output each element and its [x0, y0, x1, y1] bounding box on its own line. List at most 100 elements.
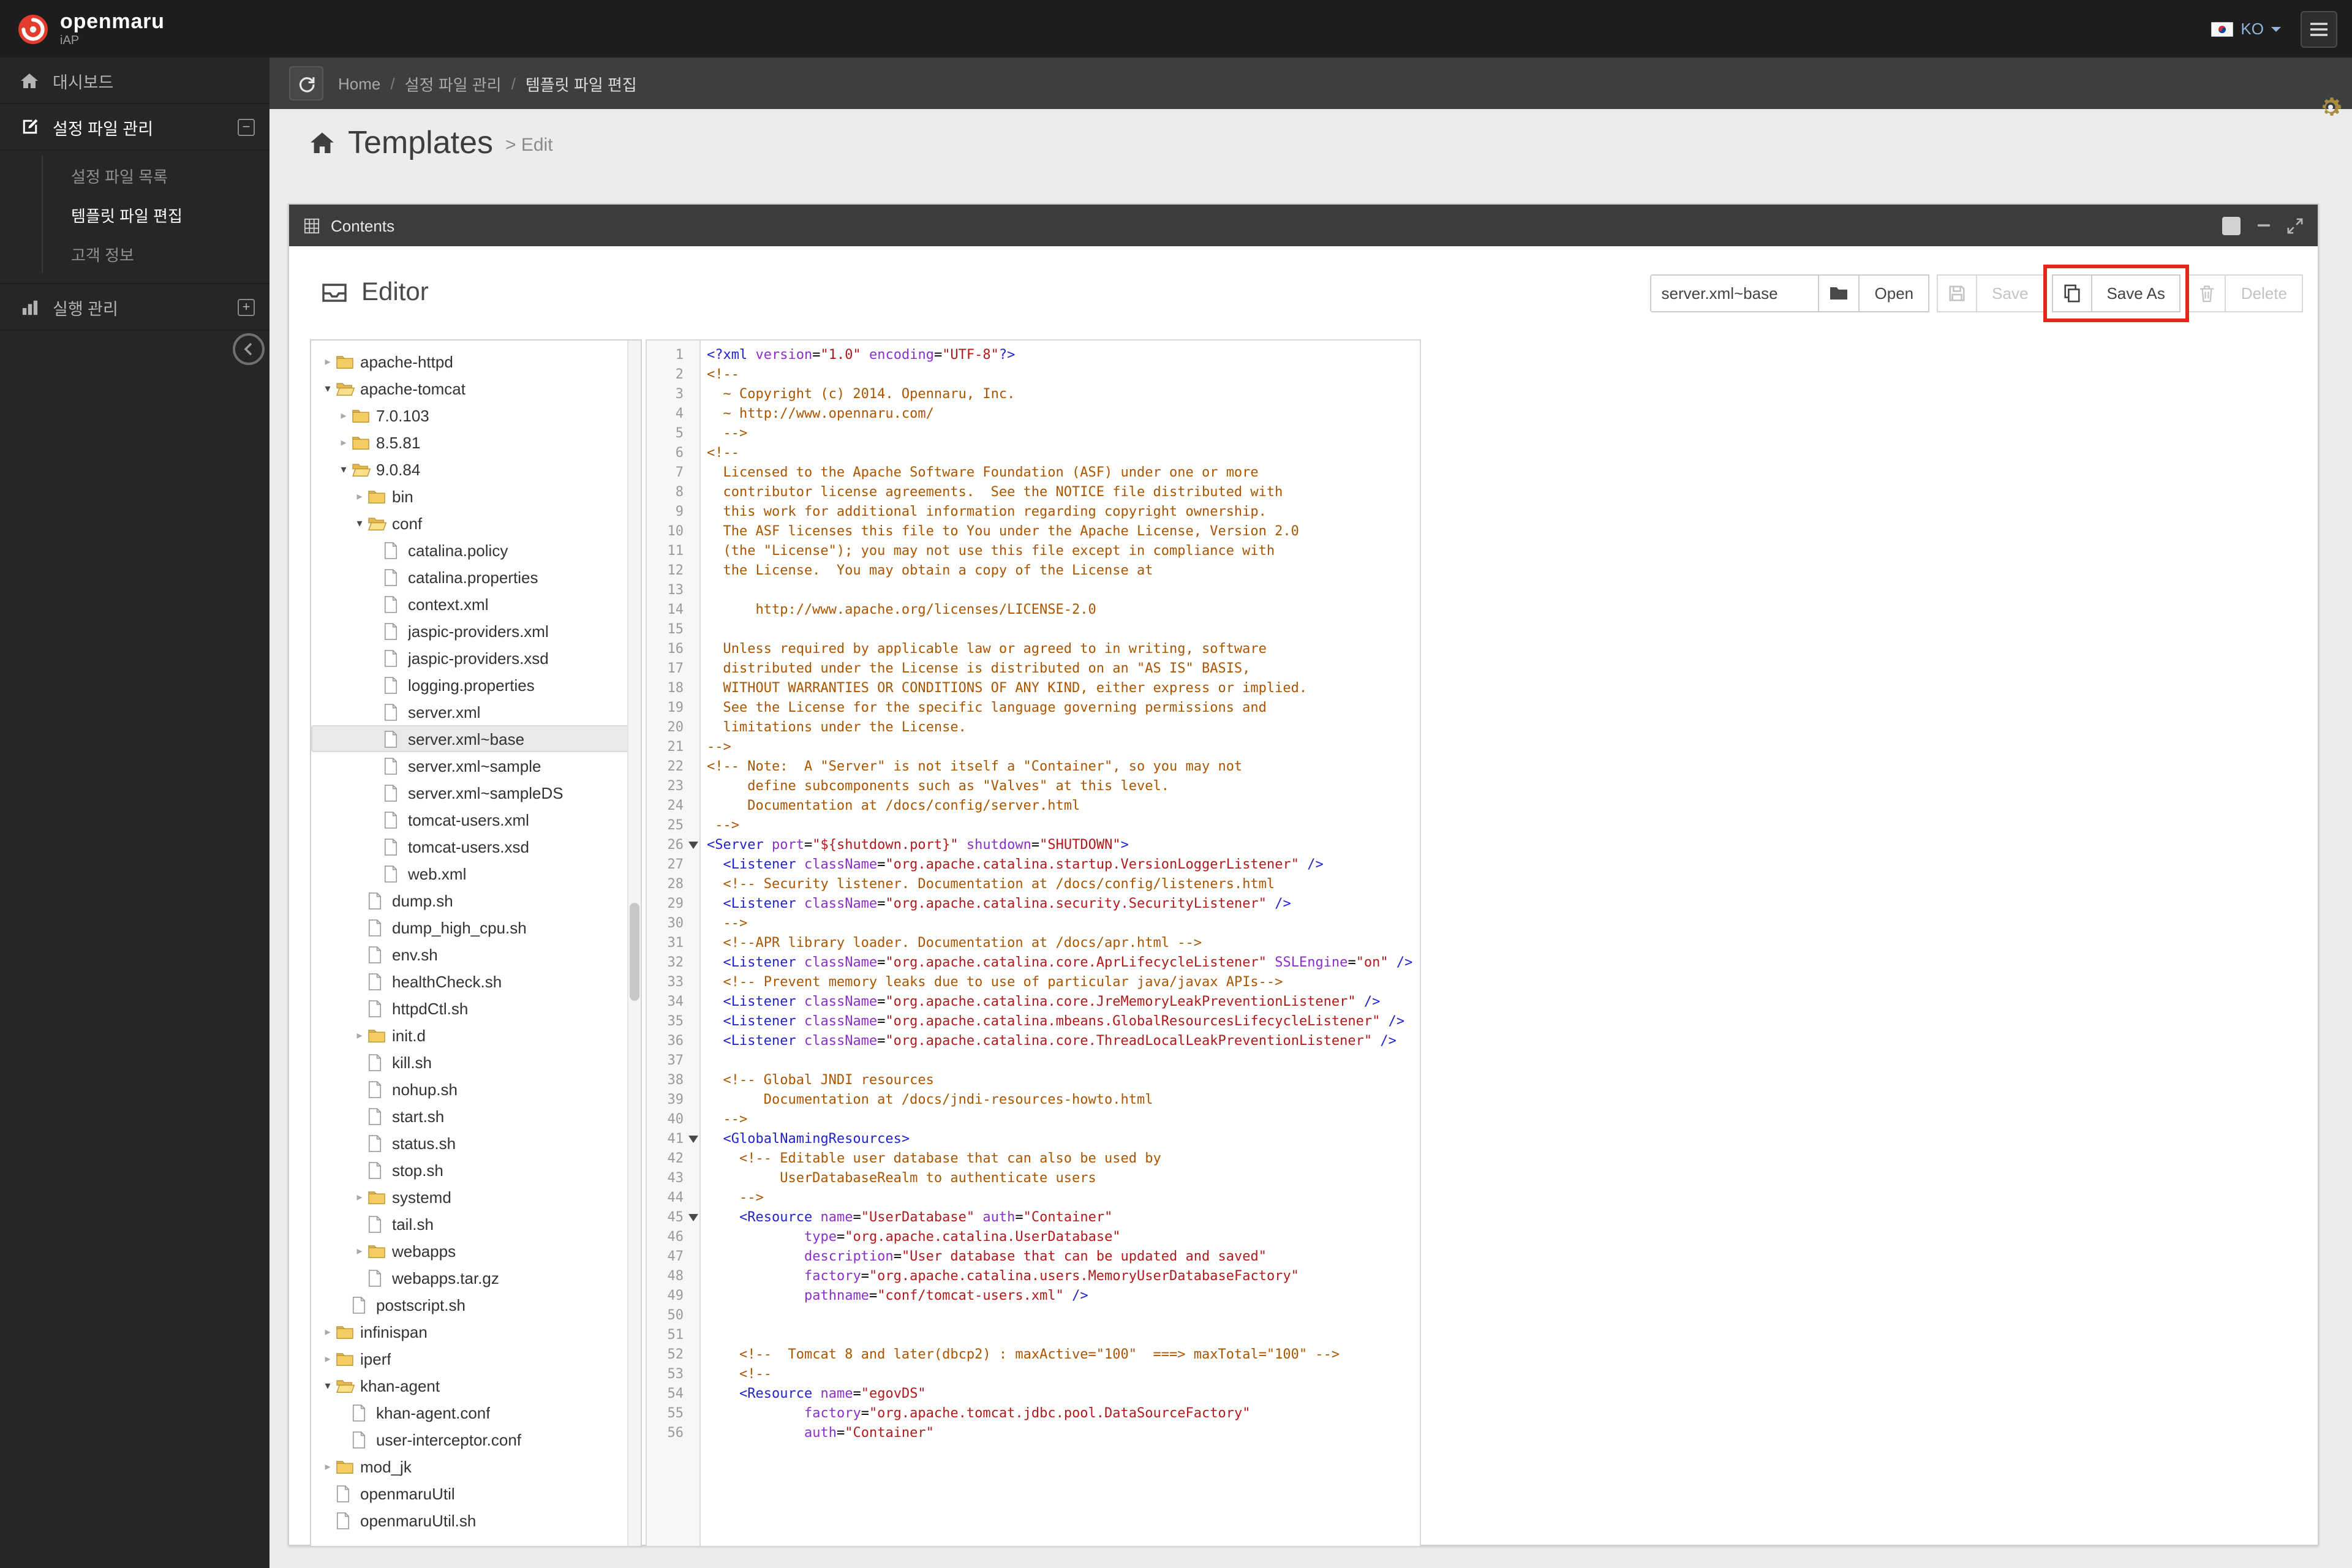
code-line[interactable]: (the "License"); you may not use this fi…	[707, 541, 1420, 561]
tree-scrollbar-thumb[interactable]	[630, 903, 639, 1001]
code-line[interactable]: factory="org.apache.tomcat.jdbc.pool.Dat…	[707, 1404, 1420, 1423]
code-line[interactable]: <Listener className="org.apache.catalina…	[707, 1031, 1420, 1051]
refresh-button[interactable]	[289, 66, 323, 100]
fullscreen-icon[interactable]	[2287, 217, 2303, 233]
collapse-section-icon[interactable]	[238, 118, 255, 135]
code-line[interactable]: The ASF licenses this file to You under …	[707, 522, 1420, 541]
tree-item-logging.properties[interactable]: logging.properties	[311, 671, 641, 698]
code-line[interactable]: <!-- Editable user database that can als…	[707, 1149, 1420, 1169]
logo[interactable]: openmaru iAP	[0, 10, 270, 47]
code-line[interactable]: <!-- Global JNDI resources	[707, 1071, 1420, 1090]
tree-item-status.sh[interactable]: status.sh	[311, 1129, 641, 1156]
expand-arrow-icon[interactable]: ▸	[320, 348, 336, 375]
sidebar-subitem-config-file-list[interactable]: 설정 파일 목록	[0, 156, 270, 195]
expand-arrow-icon[interactable]: ▸	[320, 1345, 336, 1372]
sidebar-item-run-management[interactable]: 실행 관리	[0, 284, 270, 331]
code-line[interactable]: See the License for the specific languag…	[707, 698, 1420, 718]
tree-item-iperf[interactable]: ▸ iperf	[311, 1345, 641, 1372]
code-line[interactable]: <!--APR library loader. Documentation at…	[707, 933, 1420, 953]
expand-arrow-icon[interactable]: ▸	[352, 1022, 368, 1049]
menu-toggle-button[interactable]	[2301, 10, 2337, 47]
code-line[interactable]: distributed under the License is distrib…	[707, 659, 1420, 679]
tree-item-httpdCtl.sh[interactable]: httpdCtl.sh	[311, 995, 641, 1022]
tree-item-khan-agent[interactable]: ▾ khan-agent	[311, 1372, 641, 1399]
save-as-button[interactable]: Save As	[2090, 274, 2181, 312]
code-line[interactable]: <Resource name="UserDatabase" auth="Cont…	[707, 1208, 1420, 1227]
tree-item-server.xml~sample[interactable]: server.xml~sample	[311, 752, 641, 779]
settings-gear-button[interactable]	[2315, 92, 2345, 121]
code-line[interactable]: <!-- Security listener. Documentation at…	[707, 875, 1420, 894]
fold-marker-icon[interactable]	[688, 1214, 698, 1221]
tree-item-user-interceptor.conf[interactable]: user-interceptor.conf	[311, 1426, 641, 1453]
filename-input[interactable]	[1650, 274, 1820, 312]
code-content[interactable]: <?xml version="1.0" encoding="UTF-8"?> <!…	[701, 341, 1420, 1546]
language-selector[interactable]: KO	[2211, 20, 2281, 38]
code-line[interactable]: ~ http://www.opennaru.com/	[707, 404, 1420, 424]
tree-item-khan-agent.conf[interactable]: khan-agent.conf	[311, 1399, 641, 1426]
minimize-icon[interactable]	[2256, 218, 2271, 233]
tree-item-openmaruUtil[interactable]: openmaruUtil	[311, 1480, 641, 1507]
code-line[interactable]: -->	[707, 424, 1420, 443]
tree-item-conf[interactable]: ▾ conf	[311, 510, 641, 537]
sidebar-item-dashboard[interactable]: 대시보드	[0, 58, 270, 104]
tree-item-tomcat-users.xsd[interactable]: tomcat-users.xsd	[311, 833, 641, 860]
code-line[interactable]	[707, 620, 1420, 639]
code-line[interactable]: Documentation at /docs/config/server.htm…	[707, 796, 1420, 816]
code-line[interactable]: <!--	[707, 443, 1420, 463]
tree-item-catalina.properties[interactable]: catalina.properties	[311, 564, 641, 590]
tree-item-catalina.policy[interactable]: catalina.policy	[311, 537, 641, 564]
collapse-arrow-icon[interactable]: ▾	[352, 510, 368, 537]
tree-scrollbar[interactable]	[627, 341, 641, 1546]
code-line[interactable]: -->	[707, 1188, 1420, 1208]
expand-arrow-icon[interactable]: ▸	[320, 1453, 336, 1480]
code-line[interactable]: <Server port="${shutdown.port}" shutdown…	[707, 835, 1420, 855]
code-line[interactable]: factory="org.apache.catalina.users.Memor…	[707, 1267, 1420, 1286]
code-line[interactable]: UserDatabaseRealm to authenticate users	[707, 1169, 1420, 1188]
tree-item-env.sh[interactable]: env.sh	[311, 941, 641, 968]
code-line[interactable]: Documentation at /docs/jndi-resources-ho…	[707, 1090, 1420, 1110]
expand-arrow-icon[interactable]: ▸	[320, 1318, 336, 1345]
code-line[interactable]: this work for additional information reg…	[707, 502, 1420, 522]
code-line[interactable]	[707, 581, 1420, 600]
code-line[interactable]: -->	[707, 1110, 1420, 1129]
tree-item-stop.sh[interactable]: stop.sh	[311, 1156, 641, 1183]
sidebar-subitem-template-file-edit[interactable]: 템플릿 파일 편집	[0, 195, 270, 234]
tree-item-openmaruUtil.sh[interactable]: openmaruUtil.sh	[311, 1507, 641, 1534]
code-line[interactable]: <Listener className="org.apache.catalina…	[707, 894, 1420, 914]
code-line[interactable]: <Listener className="org.apache.catalina…	[707, 855, 1420, 875]
tree-item-bin[interactable]: ▸ bin	[311, 483, 641, 510]
tree-item-7.0.103[interactable]: ▸ 7.0.103	[311, 402, 641, 429]
code-line[interactable]: contributor license agreements. See the …	[707, 483, 1420, 502]
tree-item-server.xml[interactable]: server.xml	[311, 698, 641, 725]
tree-item-9.0.84[interactable]: ▾ 9.0.84	[311, 456, 641, 483]
code-line[interactable]: description="User database that can be u…	[707, 1247, 1420, 1267]
tree-item-start.sh[interactable]: start.sh	[311, 1102, 641, 1129]
code-line[interactable]: http://www.apache.org/licenses/LICENSE-2…	[707, 600, 1420, 620]
tree-item-server.xml~base[interactable]: server.xml~base	[311, 725, 641, 752]
tree-item-jaspic-providers.xml[interactable]: jaspic-providers.xml	[311, 617, 641, 644]
code-line[interactable]: <!--	[707, 1365, 1420, 1384]
code-line[interactable]: -->	[707, 737, 1420, 757]
code-line[interactable]: ~ Copyright (c) 2014. Opennaru, Inc.	[707, 385, 1420, 404]
code-line[interactable]	[707, 1051, 1420, 1071]
tree-item-healthCheck.sh[interactable]: healthCheck.sh	[311, 968, 641, 995]
tree-item-tomcat-users.xml[interactable]: tomcat-users.xml	[311, 806, 641, 833]
code-line[interactable]: Licensed to the Apache Software Foundati…	[707, 463, 1420, 483]
code-line[interactable]: type="org.apache.catalina.UserDatabase"	[707, 1227, 1420, 1247]
tree-item-kill.sh[interactable]: kill.sh	[311, 1049, 641, 1076]
breadcrumb-item[interactable]: 설정 파일 관리	[405, 72, 502, 95]
code-line[interactable]: <!-- Prevent memory leaks due to use of …	[707, 973, 1420, 992]
tree-item-dump.sh[interactable]: dump.sh	[311, 887, 641, 914]
expand-arrow-icon[interactable]: ▸	[336, 429, 352, 456]
code-line[interactable]: the License. You may obtain a copy of th…	[707, 561, 1420, 581]
sidebar-subitem-customer-info[interactable]: 고객 정보	[0, 234, 270, 273]
code-line[interactable]: <GlobalNamingResources>	[707, 1129, 1420, 1149]
expand-arrow-icon[interactable]: ▸	[352, 1237, 368, 1264]
tree-item-apache-tomcat[interactable]: ▾ apache-tomcat	[311, 375, 641, 402]
tree-item-postscript.sh[interactable]: postscript.sh	[311, 1291, 641, 1318]
code-line[interactable]: <Listener className="org.apache.catalina…	[707, 953, 1420, 973]
tree-item-dump_high_cpu.sh[interactable]: dump_high_cpu.sh	[311, 914, 641, 941]
collapse-arrow-icon[interactable]: ▾	[336, 456, 352, 483]
sidebar-item-config-file-management[interactable]: 설정 파일 관리	[0, 104, 270, 151]
tree-item-jaspic-providers.xsd[interactable]: jaspic-providers.xsd	[311, 644, 641, 671]
